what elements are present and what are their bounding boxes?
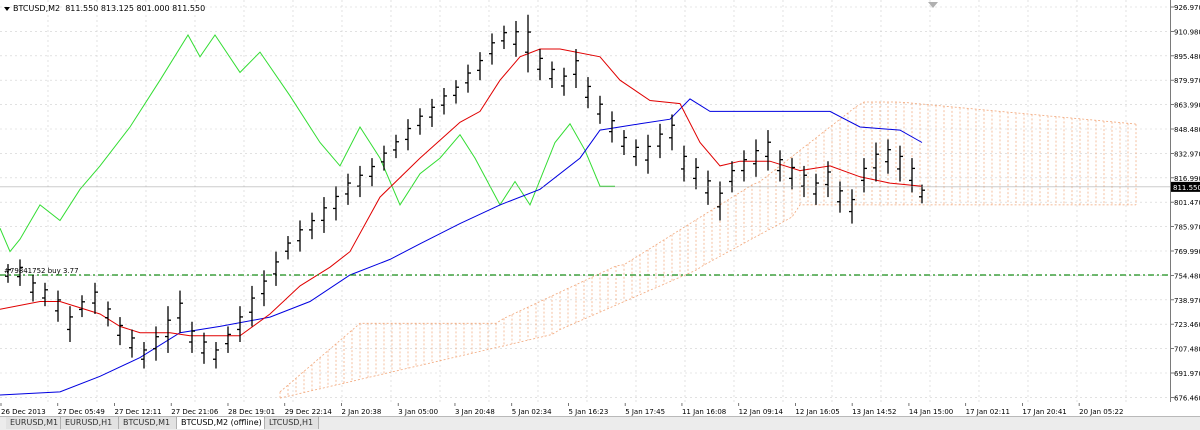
time-tick-label: 27 Dec 05:49 bbox=[58, 408, 105, 416]
price-bars bbox=[5, 14, 925, 369]
ohlc-quote: 811.550 813.125 801.000 811.550 bbox=[65, 4, 206, 13]
chart-tab[interactable]: EURUSD,H1 bbox=[61, 417, 119, 429]
current-price-label: 811.550 bbox=[1173, 184, 1200, 192]
chart-tab[interactable]: BTCUSD,M1 bbox=[119, 417, 177, 429]
time-tick-label: 20 Jan 05:22 bbox=[1079, 408, 1123, 416]
chart-symbol-header: BTCUSD,M2 811.550 813.125 801.000 811.55… bbox=[4, 4, 205, 13]
time-tick-label: 3 Jan 20:48 bbox=[455, 408, 495, 416]
time-tick-label: 17 Jan 02:11 bbox=[966, 408, 1010, 416]
chart-shift-marker-icon[interactable] bbox=[928, 2, 938, 8]
time-tick-label: 12 Jan 16:05 bbox=[795, 408, 839, 416]
price-tick-label: 691.970 bbox=[1174, 370, 1200, 378]
time-tick-label: 27 Dec 12:11 bbox=[114, 408, 161, 416]
price-tick-label: 738.970 bbox=[1174, 297, 1200, 305]
time-tick-label: 27 Dec 21:06 bbox=[171, 408, 219, 416]
time-axis-ticks: 26 Dec 2013 27 Dec 05:49 27 Dec 12:11 27 De… bbox=[0, 403, 1123, 416]
chart-menu-triangle-icon bbox=[4, 6, 10, 11]
senkou-span-b bbox=[279, 204, 1136, 399]
grid-lines bbox=[0, 0, 1170, 402]
time-tick-label: 13 Jan 14:52 bbox=[852, 408, 896, 416]
chart-tab[interactable]: BTCUSD,M2 (offline) bbox=[177, 417, 265, 429]
chart-tabs-bar: EURUSD,M1 EURUSD,H1 BTCUSD,M1 BTCUSD,M2 (of… bbox=[0, 416, 1200, 430]
time-tick-label: 2 Jan 20:38 bbox=[341, 408, 381, 416]
price-chart[interactable] bbox=[0, 0, 1170, 402]
chikou-span-line bbox=[0, 34, 615, 253]
price-tick-label: 926.970 bbox=[1174, 4, 1200, 12]
kijun-sen-line bbox=[0, 98, 923, 396]
time-tick-label: 29 Dec 22:14 bbox=[285, 408, 333, 416]
chart-tab[interactable]: EURUSD,M1 bbox=[6, 417, 61, 429]
time-tick-label: 5 Jan 16:23 bbox=[568, 408, 608, 416]
price-tick-label: 676.460 bbox=[1174, 394, 1200, 402]
price-tick-label: 769.990 bbox=[1174, 248, 1200, 256]
price-tick-label: 816.990 bbox=[1174, 175, 1200, 183]
price-axis-ticks: 926.970 910.980 895.480 879.970 863.990 848.4… bbox=[1171, 4, 1200, 402]
time-tick-label: 17 Jan 20:41 bbox=[1022, 408, 1066, 416]
chart-tab[interactable]: LTCUSD,H1 bbox=[265, 417, 319, 429]
time-tick-label: 14 Jan 15:00 bbox=[909, 408, 953, 416]
time-tick-label: 5 Jan 17:45 bbox=[625, 408, 665, 416]
price-tick-label: 910.980 bbox=[1174, 28, 1200, 36]
time-tick-label: 26 Dec 2013 bbox=[1, 408, 46, 416]
price-tick-label: 801.470 bbox=[1174, 199, 1200, 207]
price-tick-label: 832.970 bbox=[1174, 150, 1200, 158]
time-axis[interactable]: 26 Dec 2013 27 Dec 05:49 27 Dec 12:11 27 De… bbox=[0, 402, 1170, 416]
price-tick-label: 785.970 bbox=[1174, 224, 1200, 232]
time-tick-label: 12 Jan 09:14 bbox=[739, 408, 784, 416]
time-tick-label: 28 Dec 19:01 bbox=[228, 408, 275, 416]
price-tick-label: 848.480 bbox=[1174, 126, 1200, 134]
price-tick-label: 863.990 bbox=[1174, 102, 1200, 110]
price-tick-label: 723.460 bbox=[1174, 321, 1200, 329]
chart-area[interactable]: BTCUSD,M2 811.550 813.125 801.000 811.55… bbox=[0, 0, 1170, 402]
time-tick-label: 5 Jan 02:34 bbox=[512, 408, 552, 416]
price-tick-label: 879.970 bbox=[1174, 77, 1200, 85]
price-tick-label: 754.480 bbox=[1174, 272, 1200, 280]
order-label[interactable]: #79841752 buy 3.77 bbox=[4, 267, 79, 275]
price-tick-label: 895.480 bbox=[1174, 53, 1200, 61]
symbol-name: BTCUSD,M2 bbox=[13, 4, 61, 13]
time-tick-label: 3 Jan 05:00 bbox=[398, 408, 438, 416]
price-axis[interactable]: 926.970 910.980 895.480 879.970 863.990 848.4… bbox=[1170, 0, 1200, 402]
price-tick-label: 707.480 bbox=[1174, 346, 1200, 354]
time-tick-label: 11 Jan 16:08 bbox=[682, 408, 726, 416]
